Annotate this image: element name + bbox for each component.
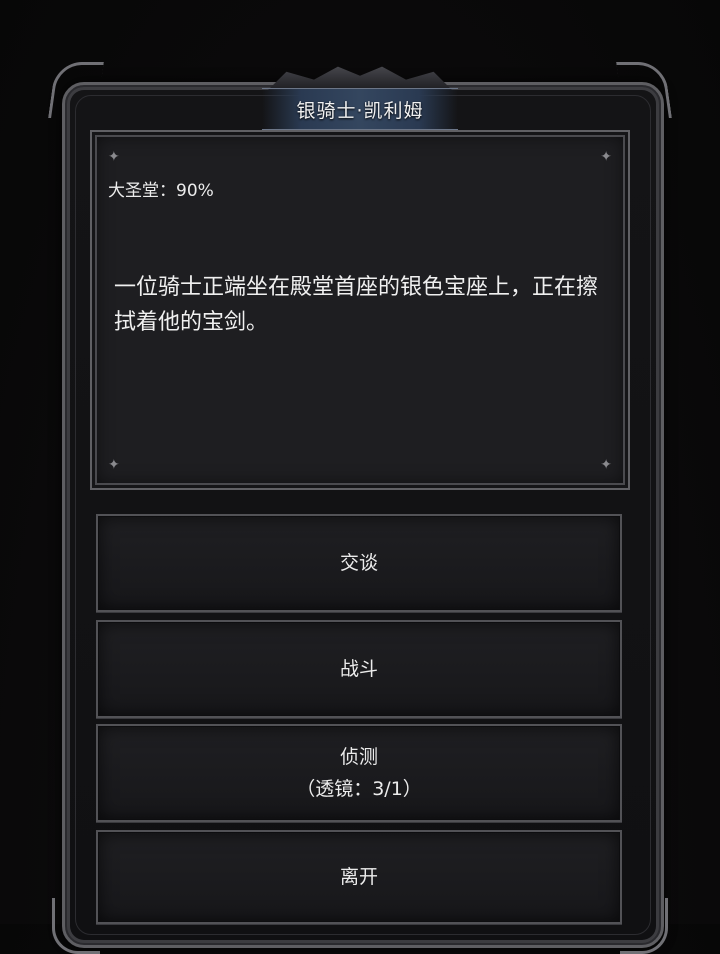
leave-button-label: 离开: [339, 866, 378, 888]
sparkle-icon: ✦: [108, 149, 120, 165]
ornament-corner-top-right: [616, 62, 672, 118]
sparkle-icon: ✦: [600, 149, 612, 165]
leave-button[interactable]: 离开: [96, 830, 622, 924]
sparkle-icon: ✦: [600, 457, 612, 473]
ornament-corner-top-left: [48, 62, 104, 118]
detect-button-label: 侦测: [339, 746, 378, 768]
fight-button-label: 战斗: [339, 658, 378, 680]
detect-cost-label: （透镜：3/1）: [296, 778, 422, 800]
ornament-corner-bottom-left: [52, 898, 100, 954]
sparkle-icon: ✦: [108, 457, 120, 473]
talk-button[interactable]: 交谈: [96, 514, 622, 612]
title-crest-ornament: [268, 66, 452, 90]
title-bar: 银骑士·凯利姆: [262, 88, 458, 130]
ornament-corner-bottom-right: [620, 898, 668, 954]
detect-button[interactable]: 侦测 （透镜：3/1）: [96, 724, 622, 822]
fight-button[interactable]: 战斗: [96, 620, 622, 718]
description-panel: ✦ ✦ ✦ ✦ 大圣堂：90% 一位骑士正端坐在殿堂首座的银色宝座上，正在擦拭着…: [90, 130, 630, 490]
location-progress: 大圣堂：90%: [108, 181, 214, 201]
talk-button-label: 交谈: [339, 552, 378, 574]
npc-title: 银骑士·凯利姆: [296, 99, 424, 122]
event-description: 一位骑士正端坐在殿堂首座的银色宝座上，正在擦拭着他的宝剑。: [114, 275, 599, 335]
